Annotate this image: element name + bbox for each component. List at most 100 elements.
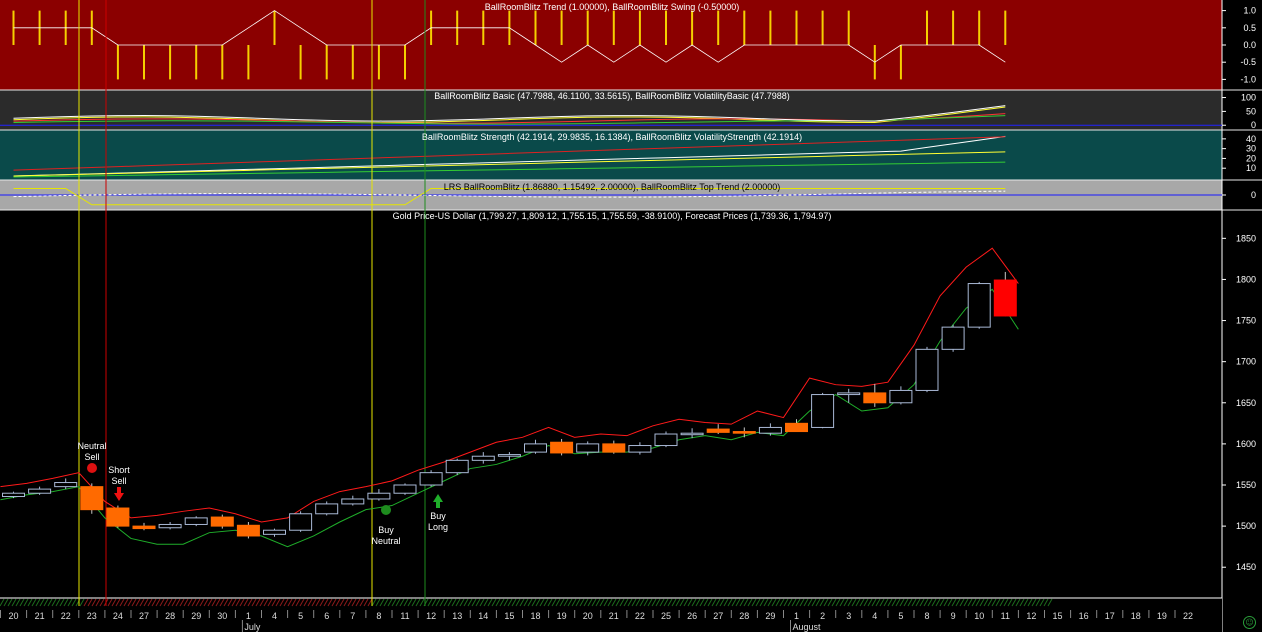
month-label: August xyxy=(793,622,822,632)
signal-label: Buy xyxy=(378,525,394,535)
x-tick-label: 7 xyxy=(350,611,355,621)
down-candle xyxy=(785,422,808,433)
up-candle xyxy=(889,389,913,404)
up-candle xyxy=(758,426,782,434)
up-candle xyxy=(367,492,391,500)
strength-title: BallRoomBlitz Strength (42.1914, 29.9835… xyxy=(422,132,802,142)
x-tick-label: 15 xyxy=(1052,611,1062,621)
signal-label: Neutral xyxy=(77,441,106,451)
up-candle xyxy=(419,472,443,486)
x-tick-label: 27 xyxy=(139,611,149,621)
x-tick-label: 30 xyxy=(217,611,227,621)
smiley-icon[interactable]: ☺ xyxy=(1243,616,1256,629)
down-candle xyxy=(863,392,887,404)
up-candle xyxy=(576,443,600,453)
up-candle xyxy=(497,454,521,457)
price-title: Gold Price-US Dollar (1,799.27, 1,809.12… xyxy=(393,211,832,221)
x-tick-label: 22 xyxy=(635,611,645,621)
signal-label: Short xyxy=(108,465,130,475)
strength-tick-label: 40 xyxy=(1246,134,1256,144)
x-tick-label: 8 xyxy=(924,611,929,621)
x-tick-label: 1 xyxy=(246,611,251,621)
x-tick-label: 28 xyxy=(165,611,175,621)
x-tick-label: 11 xyxy=(1001,611,1010,621)
signal-label: Buy xyxy=(430,511,446,521)
up-candle xyxy=(837,392,861,396)
trend-title: BallRoomBlitz Trend (1.00000), BallRoomB… xyxy=(485,2,740,12)
down-candle xyxy=(550,441,574,454)
x-tick-label: 18 xyxy=(1131,611,1141,621)
month-label: July xyxy=(244,622,261,632)
price-tick-label: 1800 xyxy=(1236,274,1256,284)
down-candle xyxy=(210,516,234,527)
trend-tick-label: 1.0 xyxy=(1243,6,1256,16)
down-candle xyxy=(602,443,626,453)
x-tick-label: 19 xyxy=(1157,611,1167,621)
up-candle xyxy=(158,523,182,529)
up-candle xyxy=(184,517,208,525)
price-panel xyxy=(0,210,1222,598)
signal-label: Neutral xyxy=(371,536,400,546)
x-tick-label: 22 xyxy=(61,611,71,621)
price-tick-label: 1700 xyxy=(1236,357,1256,367)
x-tick-label: 20 xyxy=(8,611,18,621)
up-candle xyxy=(811,394,835,428)
x-tick-label: 12 xyxy=(1026,611,1036,621)
x-tick-label: 24 xyxy=(113,611,123,621)
price-tick-label: 1850 xyxy=(1236,233,1256,243)
x-tick-label: 19 xyxy=(557,611,567,621)
up-candle xyxy=(654,433,678,447)
up-candle xyxy=(471,455,495,461)
price-tick-label: 1600 xyxy=(1236,439,1256,449)
basic-tick-label: 100 xyxy=(1241,93,1256,103)
down-candle xyxy=(236,524,260,537)
strength-tick-label: 10 xyxy=(1246,163,1256,173)
signal-label: Sell xyxy=(84,452,99,462)
x-tick-label: 6 xyxy=(324,611,329,621)
x-tick-label: 21 xyxy=(609,611,619,621)
up-candle xyxy=(341,498,365,505)
price-tick-label: 1750 xyxy=(1236,316,1256,326)
strength-tick-label: 20 xyxy=(1246,153,1256,163)
basic-tick-label: 50 xyxy=(1246,106,1256,116)
x-tick-label: 2 xyxy=(820,611,825,621)
down-candle xyxy=(106,507,130,527)
x-tick-label: 27 xyxy=(713,611,723,621)
buy-neutral-icon xyxy=(381,505,391,515)
x-tick-label: 9 xyxy=(951,611,956,621)
up-candle xyxy=(445,459,469,474)
neutral-sell-icon xyxy=(87,463,97,473)
x-tick-label: 1 xyxy=(794,611,799,621)
basic-tick-label: 0 xyxy=(1251,120,1256,130)
x-tick-label: 5 xyxy=(298,611,303,621)
price-tick-label: 1500 xyxy=(1236,521,1256,531)
x-tick-label: 4 xyxy=(272,611,277,621)
x-tick-label: 16 xyxy=(1079,611,1089,621)
price-tick-label: 1650 xyxy=(1236,398,1256,408)
up-candle xyxy=(628,445,652,453)
down-candle xyxy=(132,525,156,530)
signal-label: Sell xyxy=(111,476,126,486)
basic-title: BallRoomBlitz Basic (47.7988, 46.1100, 3… xyxy=(434,91,790,101)
up-candle xyxy=(54,482,78,488)
x-tick-label: 13 xyxy=(452,611,462,621)
trend-tick-label: 0.0 xyxy=(1243,40,1256,50)
signal-label: Long xyxy=(428,522,448,532)
up-candle xyxy=(524,443,547,453)
x-tick-label: 3 xyxy=(846,611,851,621)
up-candle xyxy=(967,283,991,328)
up-candle xyxy=(915,348,939,391)
x-tick-label: 29 xyxy=(765,611,775,621)
x-tick-label: 20 xyxy=(583,611,593,621)
x-tick-label: 15 xyxy=(504,611,514,621)
down-candle xyxy=(732,431,756,434)
x-tick-label: 18 xyxy=(530,611,540,621)
x-tick-label: 8 xyxy=(376,611,381,621)
x-tick-label: 14 xyxy=(478,611,488,621)
trend-tick-label: -1.0 xyxy=(1240,74,1256,84)
x-tick-label: 17 xyxy=(1105,611,1115,621)
chart-canvas: NeutralSellShortSellBuyNeutralBuyLong 1.… xyxy=(0,0,1262,632)
price-tick-label: 1550 xyxy=(1236,480,1256,490)
up-candle xyxy=(289,513,313,531)
x-tick-label: 23 xyxy=(87,611,97,621)
